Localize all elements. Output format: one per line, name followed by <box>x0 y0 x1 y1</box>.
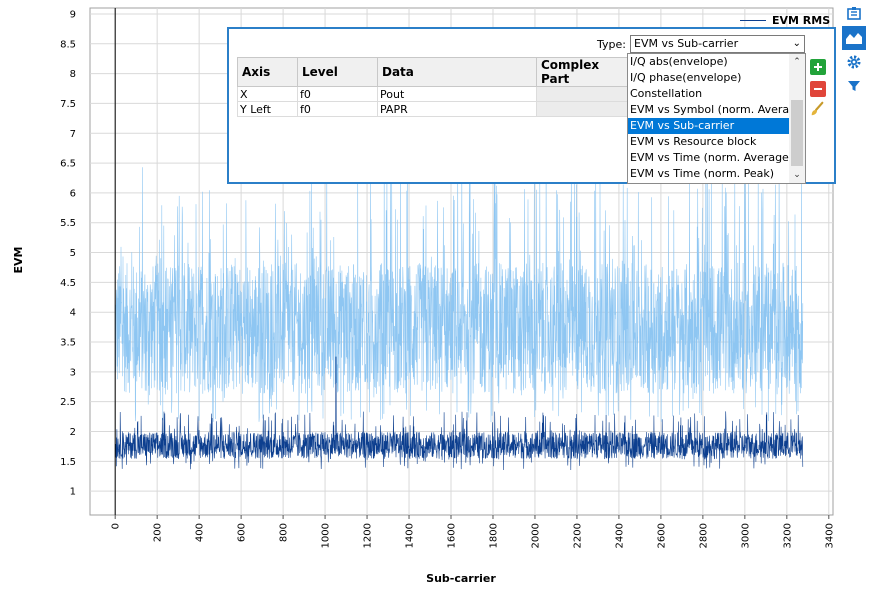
header-data[interactable]: Data <box>377 57 537 87</box>
dropdown-item[interactable]: Constellation <box>628 86 790 102</box>
cell-axis[interactable]: X <box>237 86 298 102</box>
y-tick-label: 1 <box>70 487 76 498</box>
y-tick-label: 8.5 <box>60 39 76 50</box>
x-tick-label: 1600 <box>447 523 458 548</box>
y-tick-label: 4 <box>70 308 76 319</box>
y-tick-label: 8 <box>70 69 76 80</box>
cell-complex-part[interactable] <box>536 86 636 102</box>
y-tick-label: 1.5 <box>60 457 76 468</box>
header-axis[interactable]: Axis <box>237 57 298 87</box>
y-tick-label: 3 <box>70 367 76 378</box>
brush-icon[interactable] <box>809 101 825 117</box>
y-tick-label: 3.5 <box>60 338 76 349</box>
chevron-down-icon: ⌄ <box>792 38 801 49</box>
x-tick-label: 1200 <box>363 523 374 548</box>
dropdown-item[interactable]: I/Q phase(envelope) <box>628 70 790 86</box>
type-label: Type: <box>597 38 626 51</box>
y-tick-label: 4.5 <box>60 278 76 289</box>
y-tick-label: 2 <box>70 427 76 438</box>
dropdown-item[interactable]: EVM vs Time (norm. Peak) <box>628 166 790 182</box>
dropdown-item[interactable]: EVM vs Resource block <box>628 134 790 150</box>
cell-level[interactable]: f0 <box>297 86 378 102</box>
x-tick-label: 2800 <box>698 523 709 548</box>
type-select-value: EVM vs Sub-carrier <box>634 37 739 50</box>
legend-label-evm-rms: EVM RMS <box>772 13 831 27</box>
x-tick-label: 1800 <box>488 523 499 548</box>
x-tick-label: 3200 <box>782 523 793 548</box>
chart-settings-icon[interactable] <box>842 2 866 26</box>
filter-icon[interactable] <box>842 74 866 98</box>
gear-icon[interactable] <box>842 50 866 74</box>
y-tick-label: 6 <box>70 188 76 199</box>
y-tick-label: 7 <box>70 129 76 140</box>
dropdown-item[interactable]: EVM vs Time (norm. Average) <box>628 150 793 166</box>
scrollbar-thumb[interactable] <box>791 100 803 166</box>
x-tick-label: 1400 <box>405 523 416 548</box>
table-header-row: Axis Level Data Complex Part <box>237 57 636 87</box>
cell-complex-part[interactable] <box>536 101 636 117</box>
cell-data[interactable]: Pout <box>377 86 537 102</box>
x-axis-title: Sub-carrier <box>426 572 496 585</box>
dropdown-item[interactable]: I/Q abs(envelope) <box>628 54 790 70</box>
x-tick-label: 2000 <box>530 523 541 548</box>
y-tick-label: 2.5 <box>60 397 76 408</box>
x-tick-label: 3000 <box>740 523 751 548</box>
dropdown-scrollbar[interactable]: ⌃ ⌄ <box>789 54 805 183</box>
x-tick-label: 800 <box>279 523 290 542</box>
x-tick-label: 2600 <box>656 523 667 548</box>
x-tick-label: 1000 <box>321 523 332 548</box>
header-complex-part[interactable]: Complex Part <box>536 57 636 87</box>
table-row[interactable]: Y Left f0 PAPR <box>237 101 636 117</box>
x-tick-label: 0 <box>111 523 122 529</box>
cell-level[interactable]: f0 <box>297 101 378 117</box>
x-tick-label: 200 <box>153 523 164 542</box>
add-icon[interactable] <box>810 59 826 75</box>
area-chart-icon[interactable] <box>842 26 866 50</box>
x-tick-label: 400 <box>195 523 206 542</box>
x-tick-label: 2200 <box>572 523 583 548</box>
x-tick-label: 2400 <box>614 523 625 548</box>
y-tick-label: 5.5 <box>60 218 76 229</box>
y-tick-label: 6.5 <box>60 159 76 170</box>
dropdown-item-selected[interactable]: EVM vs Sub-carrier <box>628 118 790 134</box>
type-dropdown-list[interactable]: I/Q abs(envelope) I/Q phase(envelope) Co… <box>627 53 806 184</box>
legend-swatch <box>740 19 766 21</box>
remove-icon[interactable] <box>810 81 826 97</box>
scroll-up-icon[interactable]: ⌃ <box>789 54 805 70</box>
y-axis-title: EVM <box>12 247 25 274</box>
y-tick-label: 9 <box>70 9 76 20</box>
x-tick-label: 3400 <box>824 523 835 548</box>
header-level[interactable]: Level <box>297 57 378 87</box>
x-tick-label: 600 <box>237 523 248 542</box>
dropdown-item[interactable]: EVM vs Symbol (norm. Average) <box>628 102 805 118</box>
cell-data[interactable]: PAPR <box>377 101 537 117</box>
scroll-down-icon[interactable]: ⌄ <box>789 167 805 183</box>
axis-table: Axis Level Data Complex Part X f0 Pout Y… <box>237 57 636 117</box>
cell-axis[interactable]: Y Left <box>237 101 298 117</box>
table-row[interactable]: X f0 Pout <box>237 86 636 102</box>
y-tick-label: 5 <box>70 248 76 259</box>
type-select[interactable]: EVM vs Sub-carrier ⌄ <box>630 35 805 53</box>
chart-legend: EVM RMS <box>740 12 830 28</box>
right-toolbar <box>838 0 869 185</box>
y-tick-label: 7.5 <box>60 99 76 110</box>
